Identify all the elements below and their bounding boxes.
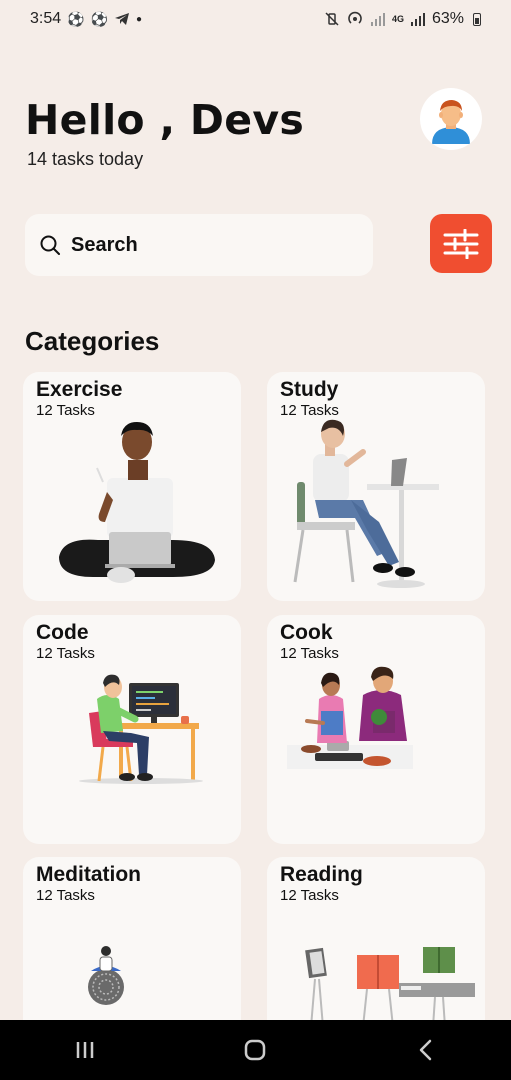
- home-icon: [245, 1039, 266, 1061]
- status-time: 3:54: [30, 10, 62, 27]
- recent-apps-button[interactable]: [55, 1030, 115, 1070]
- page-title: Hello , Devs: [25, 96, 305, 144]
- task-count-subtitle: 14 tasks today: [27, 149, 144, 169]
- soccer-ball-icon: ⚽: [90, 10, 109, 27]
- app-screen: 3:54 ⚽ ⚽ ● 4G 63% Hello , Devs 14 tasks …: [0, 0, 511, 1080]
- category-task-count: 12 Tasks: [280, 645, 339, 662]
- back-icon: [419, 1039, 432, 1061]
- search-bar[interactable]: [25, 214, 373, 276]
- signal-icon: [370, 13, 385, 26]
- soccer-ball-icon: ⚽: [67, 10, 85, 27]
- category-title: Cook: [280, 621, 333, 644]
- category-card-meditation[interactable]: Meditation 12 Tasks: [23, 857, 241, 1037]
- telegram-icon: [115, 13, 130, 25]
- dot-icon: ●: [136, 13, 143, 25]
- battery-icon: [473, 12, 481, 26]
- signal-icon: [410, 13, 425, 26]
- status-left: 3:54 ⚽ ⚽ ●: [30, 10, 142, 28]
- status-bar: 3:54 ⚽ ⚽ ● 4G 63%: [0, 0, 511, 38]
- hotspot-icon: [348, 11, 362, 24]
- category-title: Reading: [280, 863, 363, 886]
- sliders-icon: [443, 228, 479, 259]
- status-right: 4G 63%: [324, 10, 481, 28]
- filter-button[interactable]: [430, 214, 492, 273]
- category-title: Code: [36, 621, 89, 644]
- category-task-count: 12 Tasks: [36, 645, 95, 662]
- category-card-exercise[interactable]: Exercise 12 Tasks: [23, 372, 241, 601]
- categories-heading: Categories: [25, 326, 160, 356]
- category-title: Study: [280, 378, 339, 401]
- mute-vibrate-icon: [325, 12, 339, 26]
- home-button[interactable]: [225, 1030, 285, 1070]
- person-avatar-icon: [432, 100, 470, 144]
- category-card-study[interactable]: Study 12 Tasks: [267, 372, 485, 601]
- category-title: Exercise: [36, 378, 123, 401]
- category-title: Meditation: [36, 863, 141, 886]
- recent-apps-icon: [76, 1042, 94, 1058]
- battery-level: 63%: [431, 10, 464, 27]
- category-card-reading[interactable]: Reading 12 Tasks: [267, 857, 485, 1037]
- category-card-code[interactable]: Code 12 Tasks: [23, 615, 241, 844]
- back-button[interactable]: [396, 1030, 456, 1070]
- category-card-cook[interactable]: Cook 12 Tasks: [267, 615, 485, 844]
- category-task-count: 12 Tasks: [36, 887, 95, 904]
- search-icon: [40, 235, 60, 255]
- search-input[interactable]: [71, 233, 351, 257]
- avatar[interactable]: [420, 88, 482, 150]
- system-nav-bar: [0, 1020, 511, 1080]
- network-type: 4G: [391, 14, 404, 24]
- category-task-count: 12 Tasks: [36, 402, 95, 419]
- category-task-count: 12 Tasks: [280, 402, 339, 419]
- category-task-count: 12 Tasks: [280, 887, 339, 904]
